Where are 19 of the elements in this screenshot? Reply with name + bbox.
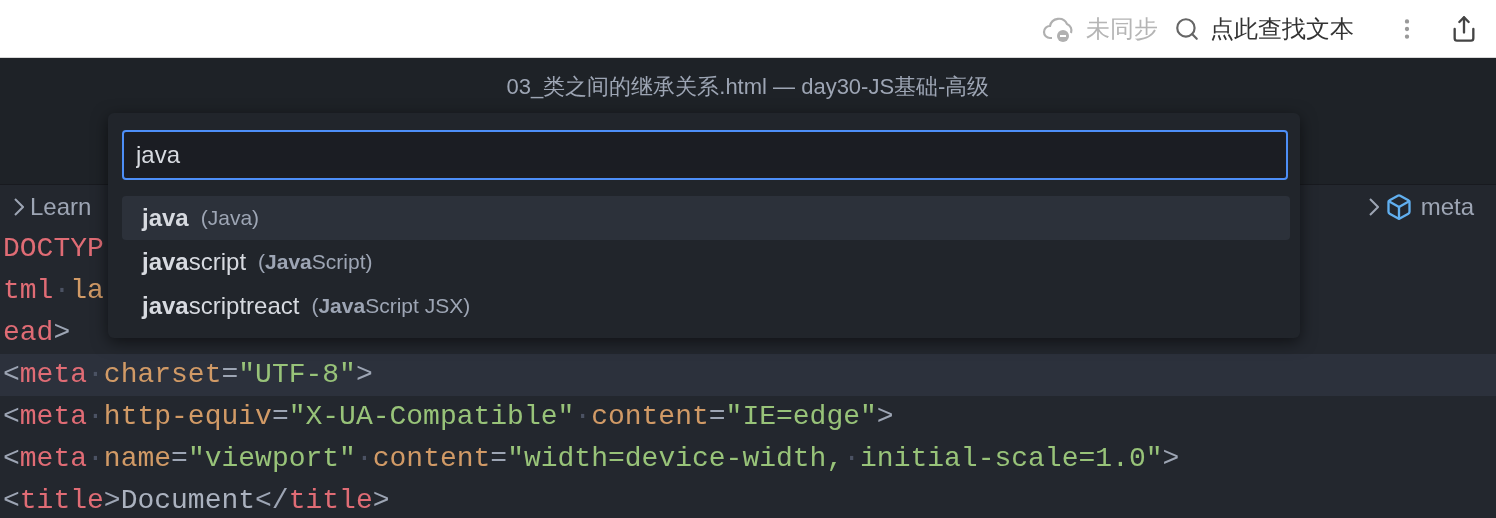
code-line: <meta·charset="UTF-8"> [3,358,373,392]
code-line: <meta·http-equiv="X-UA-Compatible"·content="IE=edge"> [3,400,894,434]
language-option[interactable]: java (Java) [122,196,1290,240]
search-icon [1174,15,1200,42]
chevron-icon [14,197,24,216]
breadcrumb-item[interactable]: meta [1420,188,1474,225]
language-option[interactable]: javascript (JavaScript) [122,240,1290,284]
breadcrumb-item[interactable]: Learn [30,188,92,225]
find-text-button[interactable]: 点此查找文本 [1174,10,1354,47]
cube-icon [1384,192,1413,221]
chevron-icon [1368,197,1379,216]
window-title: 03_类之间的继承关系.html — day30-JS基础-高级 [506,73,990,101]
language-option[interactable]: javascriptreact (JavaScript JSX) [122,284,1290,328]
code-line: <meta·name="viewport"·content="width=device-width,·initial-scale=1.0"> [3,442,1180,476]
code-line: ead> [3,316,71,350]
language-search-field[interactable]: java [122,130,1288,180]
code-line: <title>Document</title> [3,484,390,518]
code-line: DOCTYP [3,232,104,266]
code-line: tml·la [3,274,104,308]
